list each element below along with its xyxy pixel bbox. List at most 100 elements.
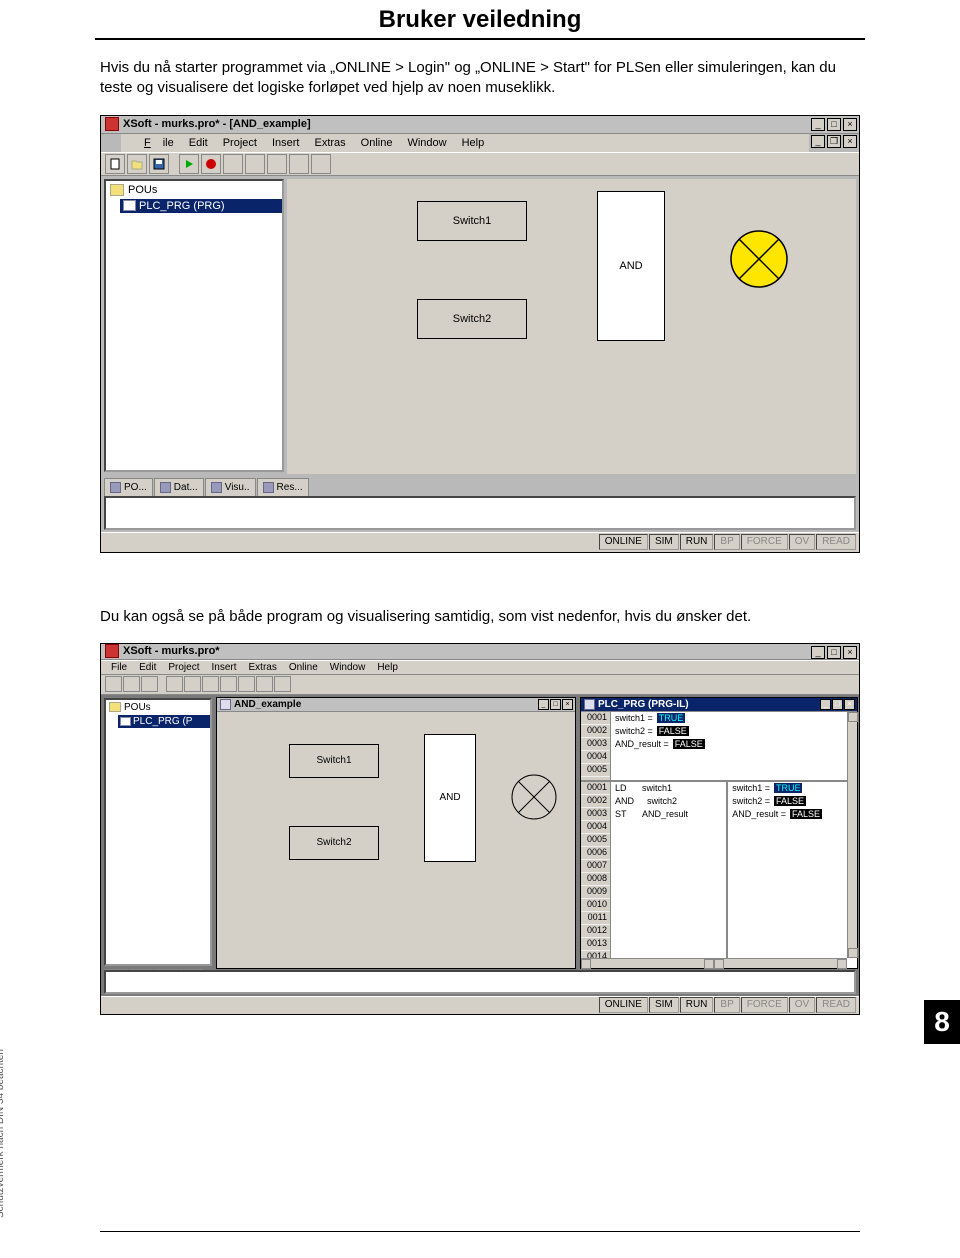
tool-icon-4[interactable] (256, 676, 273, 692)
tool-icon-1[interactable] (223, 154, 243, 174)
menu-file[interactable]: File (106, 661, 132, 674)
mdi-minimize-button[interactable]: _ (811, 135, 825, 148)
title-rule (95, 38, 865, 40)
mdi-close-button[interactable]: × (843, 135, 857, 148)
new-icon[interactable] (105, 676, 122, 692)
mdi-icon (123, 141, 135, 145)
scroll-right-icon[interactable] (837, 959, 847, 969)
declaration-pane[interactable]: 0001 0002 0003 0004 0005 switch1 = TRUE … (581, 712, 847, 782)
close-button[interactable]: × (844, 699, 855, 710)
save-icon[interactable] (141, 676, 158, 692)
tool-icon-4[interactable] (289, 154, 309, 174)
subwindow-title: AND_example (234, 699, 301, 710)
close-button[interactable]: × (562, 699, 573, 710)
scroll-up-icon[interactable] (848, 712, 858, 722)
menu-help[interactable]: Help (372, 661, 403, 674)
horizontal-scrollbar[interactable] (581, 958, 847, 968)
menu-edit[interactable]: Edit (134, 661, 161, 674)
menu-help[interactable]: Help (456, 135, 491, 151)
menu-project[interactable]: Project (217, 135, 263, 151)
tool-icon-1[interactable] (202, 676, 219, 692)
scroll-left-icon[interactable] (581, 959, 591, 969)
new-icon[interactable] (105, 154, 125, 174)
project-tree[interactable]: POUs PLC_PRG (P (104, 698, 212, 966)
line-gutter: 0001000200030004000500060007000800090010… (581, 782, 611, 958)
menu-file[interactable]: File (138, 135, 180, 151)
tool-icon-2[interactable] (245, 154, 265, 174)
vertical-scrollbar[interactable] (847, 712, 857, 958)
menu-edit[interactable]: Edit (183, 135, 214, 151)
minimize-button[interactable]: _ (820, 699, 831, 710)
menu-insert[interactable]: Insert (266, 135, 306, 151)
tab-visu[interactable]: Visu.. (205, 478, 256, 496)
stop-icon[interactable] (184, 676, 201, 692)
project-tree[interactable]: POUs PLC_PRG (PRG) (104, 179, 284, 472)
tool-icon-3[interactable] (238, 676, 255, 692)
tab-pous[interactable]: PO... (104, 478, 153, 496)
minimize-button[interactable]: _ (538, 699, 549, 710)
status-force: FORCE (741, 534, 788, 550)
value-false: FALSE (790, 809, 822, 819)
scroll-down-icon[interactable] (848, 948, 858, 958)
minimize-button[interactable]: _ (811, 646, 825, 659)
subwindow-title: PLC_PRG (PRG-IL) (598, 699, 689, 710)
screenshot-2: XSoft - murks.pro* _ □ × File Edit Proje… (100, 643, 860, 1015)
scroll-right-icon[interactable] (704, 959, 714, 969)
menu-extras[interactable]: Extras (244, 661, 282, 674)
tree-item-plc-prg[interactable]: PLC_PRG (P (118, 715, 210, 728)
minimize-button[interactable]: _ (811, 118, 825, 131)
status-read: READ (816, 534, 856, 550)
menu-insert[interactable]: Insert (206, 661, 241, 674)
tree-item-plc-prg[interactable]: PLC_PRG (PRG) (120, 199, 282, 213)
output-lamp[interactable] (509, 772, 559, 822)
tool-icon-5[interactable] (274, 676, 291, 692)
and-box[interactable]: AND (597, 191, 665, 341)
maximize-button[interactable]: □ (550, 699, 561, 710)
switch2-box[interactable]: Switch2 (289, 826, 379, 860)
footer-rule (100, 1231, 860, 1232)
menu-extras[interactable]: Extras (308, 135, 351, 151)
close-button[interactable]: × (843, 118, 857, 131)
menu-online[interactable]: Online (355, 135, 399, 151)
menu-online[interactable]: Online (284, 661, 323, 674)
scroll-left-icon[interactable] (714, 959, 724, 969)
maximize-button[interactable]: □ (832, 699, 843, 710)
open-icon[interactable] (123, 676, 140, 692)
message-pane (104, 970, 856, 994)
tool-icon-2[interactable] (220, 676, 237, 692)
switch1-box[interactable]: Switch1 (289, 744, 379, 778)
save-icon[interactable] (149, 154, 169, 174)
tool-icon-3[interactable] (267, 154, 287, 174)
code-pane[interactable]: 0001000200030004000500060007000800090010… (581, 782, 847, 958)
maximize-button[interactable]: □ (827, 646, 841, 659)
switch1-box[interactable]: Switch1 (417, 201, 527, 241)
open-icon[interactable] (127, 154, 147, 174)
tree-item-label: PLC_PRG (PRG) (139, 200, 225, 212)
menu-window[interactable]: Window (325, 661, 371, 674)
and-box[interactable]: AND (424, 734, 476, 862)
run-icon[interactable] (166, 676, 183, 692)
menu-window[interactable]: Window (401, 135, 452, 151)
close-button[interactable]: × (843, 646, 857, 659)
tree-tabs: PO... Dat... Visu.. Res... (104, 474, 424, 496)
maximize-button[interactable]: □ (827, 118, 841, 131)
visualization-canvas[interactable]: Switch1 Switch2 AND (219, 714, 573, 966)
tree-item-label: PLC_PRG (P (133, 716, 192, 727)
tab-datatypes[interactable]: Dat... (154, 478, 204, 496)
switch2-box[interactable]: Switch2 (417, 299, 527, 339)
titlebar: XSoft - murks.pro* _ □ × (101, 644, 859, 660)
run-icon[interactable] (179, 154, 199, 174)
status-bar: ONLINE SIM RUN BP FORCE OV READ (101, 996, 859, 1014)
menu-project[interactable]: Project (163, 661, 204, 674)
visualization-canvas[interactable]: Switch1 Switch2 AND (287, 179, 856, 474)
output-lamp[interactable] (727, 227, 791, 291)
tree-root[interactable]: POUs (106, 181, 282, 199)
tab-resources[interactable]: Res... (257, 478, 309, 496)
tree-root-label: POUs (124, 702, 151, 713)
stop-icon[interactable] (201, 154, 221, 174)
page-icon (123, 200, 136, 211)
value-true: TRUE (774, 783, 803, 793)
tool-icon-5[interactable] (311, 154, 331, 174)
tree-root[interactable]: POUs (106, 700, 210, 715)
mdi-restore-button[interactable]: ❐ (827, 135, 841, 148)
